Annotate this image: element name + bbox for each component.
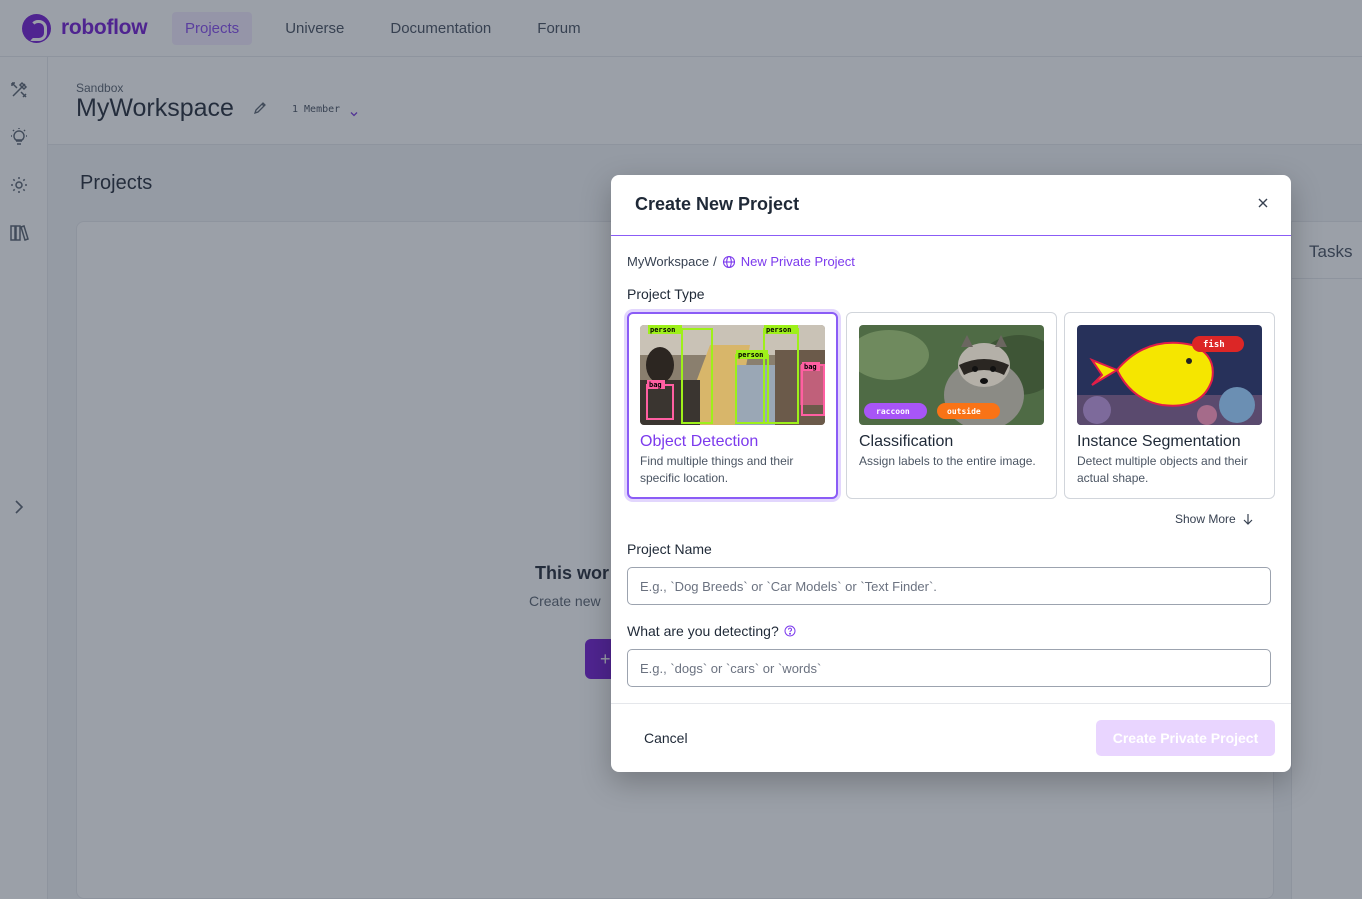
- detecting-input[interactable]: [627, 649, 1271, 687]
- label-outside: outside: [947, 406, 981, 416]
- project-name-label: Project Name: [627, 541, 712, 557]
- label-person: person: [738, 351, 763, 359]
- type-card-classification[interactable]: raccoon outside Classification Assign la…: [846, 312, 1057, 499]
- card-description: Detect multiple objects and their actual…: [1077, 454, 1248, 485]
- label-raccoon: raccoon: [876, 407, 910, 416]
- classification-image: raccoon outside: [859, 325, 1044, 425]
- label-person: person: [766, 326, 791, 334]
- type-card-instance-segmentation[interactable]: fish Instance Segmentation Detect multip…: [1064, 312, 1275, 499]
- project-type-label: Project Type: [627, 286, 705, 302]
- show-more-button[interactable]: Show More: [1175, 512, 1254, 526]
- arrow-down-icon: [1242, 513, 1254, 525]
- label-person: person: [650, 326, 675, 334]
- project-name-input[interactable]: [627, 567, 1271, 605]
- divider: [611, 703, 1291, 704]
- breadcrumb-workspace[interactable]: MyWorkspace: [627, 254, 709, 269]
- card-title: Object Detection: [640, 433, 759, 450]
- detecting-label: What are you detecting?: [627, 623, 779, 639]
- type-card-object-detection[interactable]: person person person bag bag Object Dete…: [627, 312, 838, 499]
- help-icon[interactable]: [784, 624, 796, 637]
- modal-title: Create New Project: [635, 194, 800, 214]
- object-detection-image: person person person bag bag: [640, 325, 825, 425]
- breadcrumb: MyWorkspace / New Private Project: [627, 254, 855, 269]
- card-title: Classification: [859, 433, 954, 450]
- close-icon[interactable]: [1256, 196, 1270, 210]
- label-bag: bag: [649, 381, 662, 389]
- globe-icon: [722, 255, 736, 269]
- breadcrumb-project[interactable]: New Private Project: [741, 254, 855, 269]
- card-title: Instance Segmentation: [1077, 433, 1241, 450]
- breadcrumb-separator: /: [713, 254, 717, 269]
- cancel-button[interactable]: Cancel: [631, 720, 701, 756]
- label-bag: bag: [804, 363, 817, 371]
- label-fish: fish: [1203, 339, 1225, 350]
- create-project-modal: Create New Project MyWorkspace / New Pri…: [611, 175, 1291, 772]
- show-more-label: Show More: [1175, 512, 1236, 526]
- card-description: Find multiple things and their specific …: [640, 454, 794, 485]
- detecting-label-row: What are you detecting?: [627, 623, 796, 639]
- create-private-project-button[interactable]: Create Private Project: [1096, 720, 1275, 756]
- card-description: Assign labels to the entire image.: [859, 454, 1036, 468]
- divider: [611, 235, 1291, 236]
- instance-segmentation-image: fish: [1077, 325, 1262, 425]
